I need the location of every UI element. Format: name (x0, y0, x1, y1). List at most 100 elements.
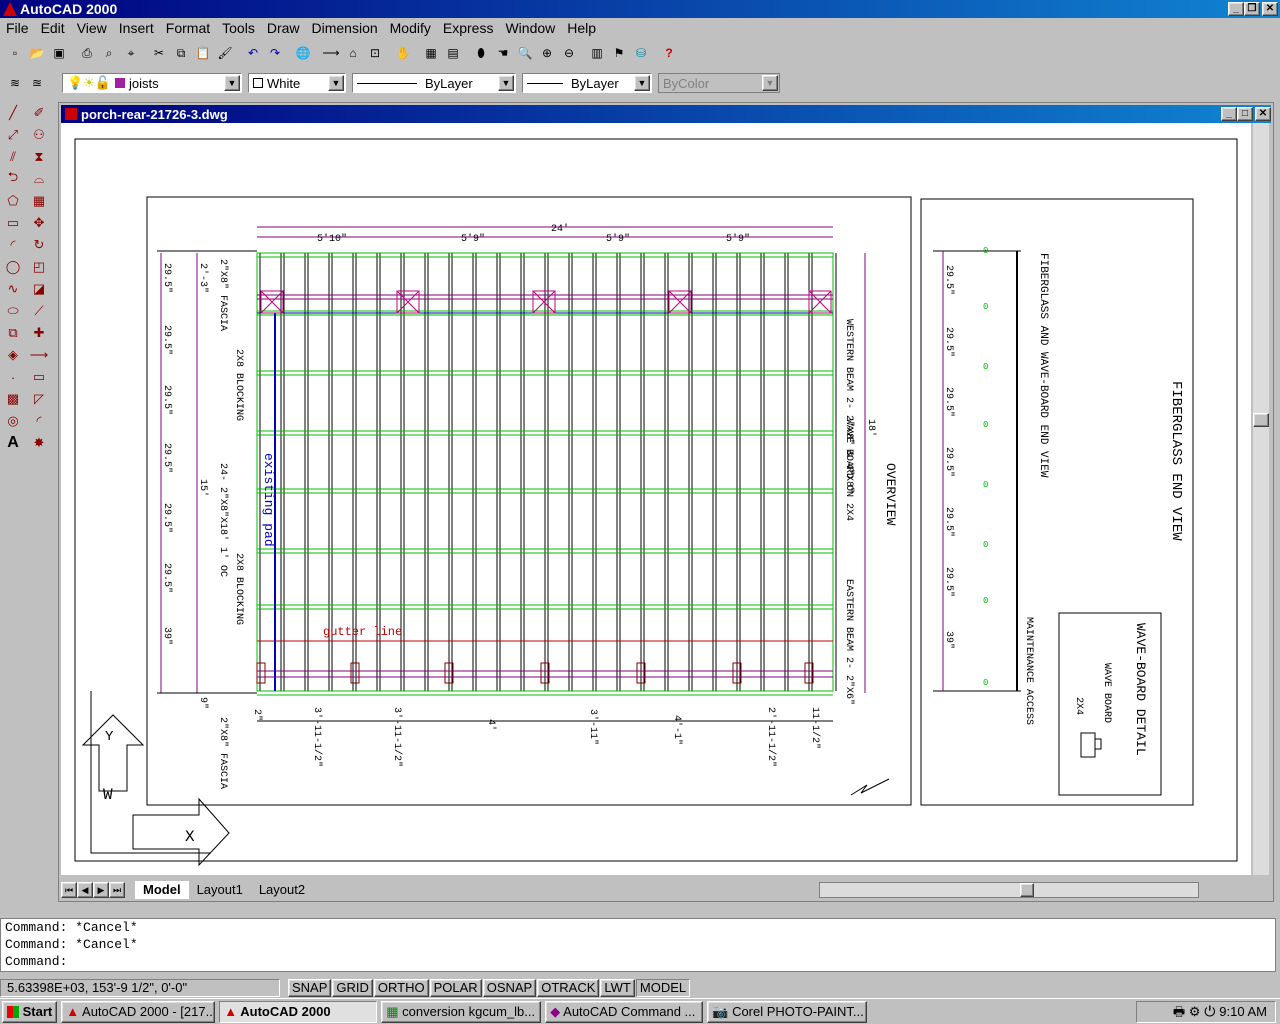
grid-toggle[interactable]: GRID (332, 979, 373, 997)
menu-window[interactable]: Window (499, 20, 561, 36)
prev-tab-icon[interactable]: ◀ (77, 882, 93, 898)
zoom-previous-icon[interactable]: ⊖ (558, 42, 580, 64)
menu-edit[interactable]: Edit (35, 20, 71, 36)
horizontal-scroll-thumb[interactable] (1020, 883, 1035, 897)
osnap-icon[interactable]: ⊡ (364, 42, 386, 64)
cut-icon[interactable]: ✂ (148, 42, 170, 64)
color-dropdown[interactable]: White ▼ (248, 73, 346, 93)
doc-close-button[interactable]: ✕ (1255, 107, 1271, 121)
aerial-icon[interactable]: ▦ (420, 42, 442, 64)
otrack-toggle[interactable]: OTRACK (537, 979, 600, 997)
ellipse-icon[interactable]: ⬭ (2, 300, 24, 322)
next-tab-icon[interactable]: ▶ (93, 882, 109, 898)
circle-icon[interactable]: ◯ (2, 256, 24, 278)
redo-icon[interactable]: ↷ (264, 42, 286, 64)
erase-icon[interactable]: ✐ (28, 102, 50, 124)
ucs-icon[interactable]: ⟶ (320, 42, 342, 64)
insert-block-icon[interactable]: ⧉ (2, 322, 24, 344)
task-autocad-command[interactable]: ◆ AutoCAD Command ... (545, 1000, 704, 1023)
mtext-icon[interactable]: A (2, 432, 24, 454)
command-window[interactable]: Command: *Cancel* Command: *Cancel* Comm… (0, 918, 1276, 972)
polar-toggle[interactable]: POLAR (429, 979, 482, 997)
extend-icon[interactable]: ⟶ (28, 344, 50, 366)
chevron-down-icon[interactable]: ▼ (498, 75, 514, 91)
chevron-down-icon[interactable]: ▼ (224, 75, 240, 91)
coordinate-readout[interactable]: 5.63398E+03, 153'-9 1/2", 0'-0" (0, 979, 280, 997)
explode-icon[interactable]: ✸ (28, 432, 50, 454)
break-icon[interactable]: ▭ (28, 366, 50, 388)
horizontal-scrollbar[interactable] (819, 882, 1200, 898)
design-center-icon[interactable]: ⚑ (608, 42, 630, 64)
polyline-icon[interactable]: ⮌ (2, 168, 24, 190)
undo-icon[interactable]: ↶ (242, 42, 264, 64)
point-icon[interactable]: · (2, 366, 24, 388)
menu-dimension[interactable]: Dimension (306, 20, 384, 36)
xline-icon[interactable]: ⤢ (2, 124, 24, 146)
command-prompt[interactable]: Command: (1, 953, 1275, 970)
vertical-scroll-thumb[interactable] (1253, 413, 1269, 427)
tab-model[interactable]: Model (135, 881, 189, 899)
dbconnect-icon[interactable]: ⛁ (630, 42, 652, 64)
polygon-icon[interactable]: ⬠ (2, 190, 24, 212)
menu-file[interactable]: File (0, 20, 35, 36)
first-tab-icon[interactable]: ⏮ (61, 882, 77, 898)
line-icon[interactable]: ╱ (2, 102, 24, 124)
new-icon[interactable]: ▫ (4, 42, 26, 64)
hatch-icon[interactable]: ▩ (2, 388, 24, 410)
matchprop-icon[interactable]: 🖌 (214, 42, 236, 64)
preview-icon[interactable]: ⌕ (98, 42, 120, 64)
drawing-canvas[interactable]: 24' 5'10" 5'9" 5'9" 5'9" 29.5" 29.5" 29.… (61, 123, 1251, 875)
region-icon[interactable]: ◎ (2, 410, 24, 432)
trim-icon[interactable]: ✚ (28, 322, 50, 344)
chevron-down-icon[interactable]: ▼ (634, 75, 650, 91)
start-button[interactable]: Start (2, 1000, 58, 1023)
chevron-down-icon[interactable]: ▼ (328, 75, 344, 91)
tab-layout2[interactable]: Layout2 (251, 881, 313, 899)
menu-insert[interactable]: Insert (113, 20, 160, 36)
named-views-icon[interactable]: ▤ (442, 42, 464, 64)
save-icon[interactable]: ▣ (48, 42, 70, 64)
lengthen-icon[interactable]: ⟋ (28, 300, 50, 322)
pan-icon[interactable]: ✋ (392, 42, 414, 64)
menu-help[interactable]: Help (561, 20, 602, 36)
hyperlink-icon[interactable]: 🌐 (292, 42, 314, 64)
print-icon[interactable]: ⎙ (76, 42, 98, 64)
paste-icon[interactable]: 📋 (192, 42, 214, 64)
layer-dropdown[interactable]: 💡 ☀ 🔓 joists ▼ (62, 73, 242, 93)
model-toggle[interactable]: MODEL (635, 979, 691, 997)
make-block-icon[interactable]: ◈ (2, 344, 24, 366)
offset-icon[interactable]: ⌓ (28, 168, 50, 190)
find-icon[interactable]: ⌖ (120, 42, 142, 64)
menu-format[interactable]: Format (160, 20, 216, 36)
zoom-window-icon[interactable]: ⊕ (536, 42, 558, 64)
arc-icon[interactable]: ◜ (2, 234, 24, 256)
scale-icon[interactable]: ◰ (28, 256, 50, 278)
spline-icon[interactable]: ∿ (2, 278, 24, 300)
lwt-toggle[interactable]: LWT (600, 979, 635, 997)
realtime-pan-icon[interactable]: ☚ (492, 42, 514, 64)
task-conversion[interactable]: ▦ conversion kgcum_lb... (381, 1000, 542, 1023)
task-autocad-doc[interactable]: ▲ AutoCAD 2000 - [217... (61, 1000, 216, 1023)
task-corel[interactable]: 📷 Corel PHOTO-PAINT... (707, 1000, 868, 1023)
menu-modify[interactable]: Modify (384, 20, 437, 36)
doc-maximize-button[interactable]: □ (1237, 107, 1253, 121)
properties-icon[interactable]: ▥ (586, 42, 608, 64)
menu-express[interactable]: Express (437, 20, 500, 36)
mline-icon[interactable]: ⫽ (2, 146, 24, 168)
3d-orbit-icon[interactable]: ⬮ (470, 42, 492, 64)
menu-draw[interactable]: Draw (261, 20, 306, 36)
task-autocad[interactable]: ▲ AutoCAD 2000 (219, 1000, 378, 1023)
menu-view[interactable]: View (71, 20, 113, 36)
linetype-dropdown[interactable]: ByLayer ▼ (352, 73, 516, 93)
open-icon[interactable]: 📂 (26, 42, 48, 64)
osnap-toggle[interactable]: OSNAP (482, 979, 537, 997)
mirror-icon[interactable]: ⧗ (28, 146, 50, 168)
copy-icon[interactable]: ⧉ (170, 42, 192, 64)
chamfer-icon[interactable]: ◸ (28, 388, 50, 410)
fillet-icon[interactable]: ◜ (28, 410, 50, 432)
tab-layout1[interactable]: Layout1 (189, 881, 251, 899)
minimize-button[interactable]: _ (1228, 2, 1244, 16)
close-button[interactable]: ✕ (1262, 2, 1278, 16)
snap-toggle[interactable]: SNAP (288, 979, 332, 997)
restore-button[interactable]: ❐ (1244, 2, 1260, 16)
